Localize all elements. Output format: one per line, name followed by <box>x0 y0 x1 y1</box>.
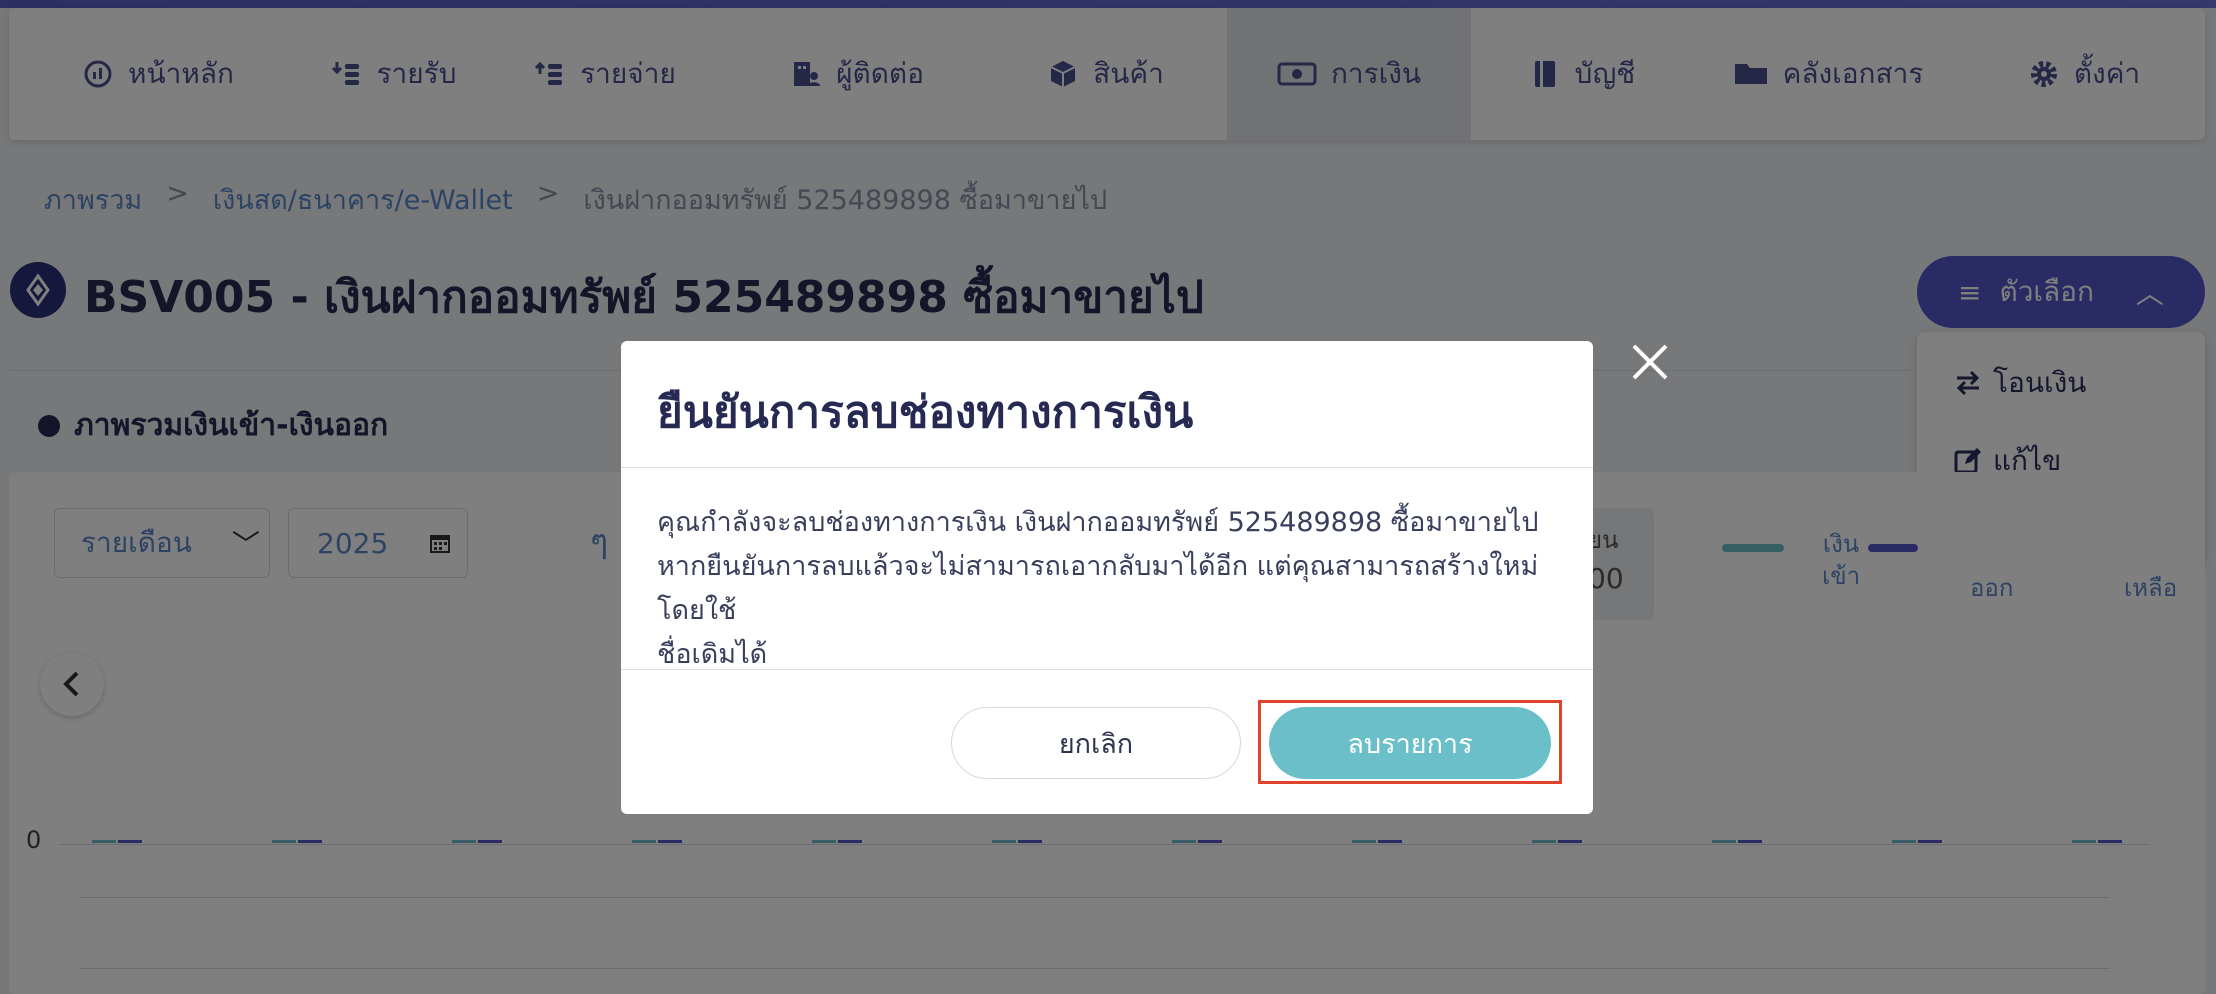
confirm-delete-button[interactable]: ลบรายการ <box>1269 707 1551 779</box>
confirm-delete-modal: ยืนยันการลบช่องทางการเงิน คุณกำลังจะลบช่… <box>621 341 1593 814</box>
modal-divider <box>621 669 1593 670</box>
modal-message-line: ชื่อเดิมได้ <box>657 639 768 670</box>
modal-divider <box>621 467 1593 468</box>
modal-message-line: หากยืนยันการลบแล้วจะไม่สามารถเอากลับมาได… <box>657 551 1539 626</box>
cancel-button[interactable]: ยกเลิก <box>951 707 1241 779</box>
modal-message-line: คุณกำลังจะลบช่องทางการเงิน เงินฝากออมทรั… <box>657 507 1539 538</box>
modal-title: ยืนยันการลบช่องทางการเงิน <box>657 387 1194 438</box>
modal-message: คุณกำลังจะลบช่องทางการเงิน เงินฝากออมทรั… <box>657 501 1561 677</box>
close-icon[interactable] <box>1628 340 1672 384</box>
